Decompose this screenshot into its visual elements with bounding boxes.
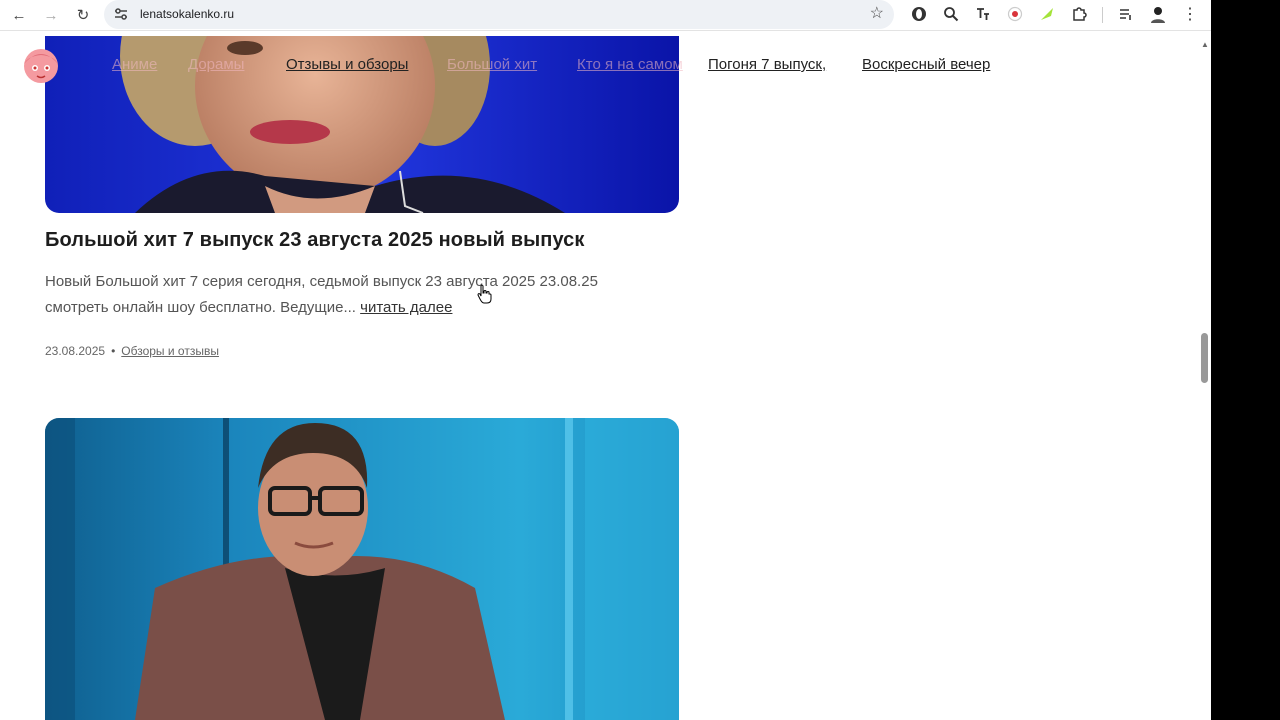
category-link[interactable]: Обзоры и отзывы (121, 344, 219, 358)
meta-separator: • (111, 344, 116, 358)
leaf-icon[interactable] (1037, 4, 1057, 24)
more-menu-icon[interactable]: ⋮ (1180, 4, 1200, 24)
zoom-search-icon[interactable] (941, 4, 961, 24)
post-meta: 23.08.2025 • Обзоры и отзывы (45, 344, 219, 358)
scroll-up-icon[interactable]: ▲ (1201, 40, 1209, 49)
media-queue-icon[interactable] (1116, 4, 1136, 24)
nav-link-who-am-i[interactable]: Кто я на самом (577, 56, 683, 73)
site-header: Аниме Дорамы Отзывы и обзоры Большой хит… (0, 36, 1198, 96)
site-settings-icon[interactable] (114, 7, 128, 21)
profile-avatar-icon[interactable] (1148, 4, 1168, 24)
scroll-thumb[interactable] (1201, 333, 1208, 383)
puzzle-extensions-icon[interactable] (1069, 4, 1089, 24)
nav-link-sunday-evening[interactable]: Воскресный вечер (862, 56, 990, 73)
post-date: 23.08.2025 (45, 344, 106, 358)
bookmark-star-icon[interactable]: ☆ (870, 3, 884, 23)
toolbar-divider (1102, 7, 1103, 23)
site-logo[interactable] (18, 46, 64, 86)
page-scrollbar[interactable]: ▲ (1198, 36, 1211, 720)
nav-link-dramas[interactable]: Дорамы (188, 56, 244, 73)
nav-link-reviews[interactable]: Отзывы и обзоры (286, 56, 408, 73)
browser-toolbar: ← → ↻ lenatsokalenko.ru ☆ ⋮ (0, 0, 1211, 31)
translate-icon[interactable] (973, 4, 993, 24)
hand-cursor-icon (477, 284, 492, 304)
browser-viewport: ← → ↻ lenatsokalenko.ru ☆ ⋮ Аниме Дорамы… (0, 0, 1211, 720)
article-image-next[interactable] (45, 418, 679, 720)
excerpt-text: Новый Большой хит 7 серия сегодня, седьм… (45, 273, 598, 316)
nav-link-big-hit[interactable]: Большой хит (447, 56, 537, 73)
nav-link-chase[interactable]: Погоня 7 выпуск, (708, 56, 826, 73)
post-excerpt: Новый Большой хит 7 серия сегодня, седьм… (45, 269, 655, 321)
url-text[interactable]: lenatsokalenko.ru (140, 7, 234, 21)
forward-icon[interactable]: → (40, 4, 62, 26)
opera-icon[interactable] (909, 4, 929, 24)
address-bar[interactable]: lenatsokalenko.ru ☆ (104, 0, 894, 29)
reload-icon[interactable]: ↻ (72, 4, 94, 26)
post-title[interactable]: Большой хит 7 выпуск 23 августа 2025 нов… (45, 229, 685, 252)
back-icon[interactable]: ← (8, 4, 30, 26)
record-icon[interactable] (1005, 4, 1025, 24)
read-more-link[interactable]: читать далее (360, 299, 452, 316)
nav-link-anime[interactable]: Аниме (112, 56, 157, 73)
